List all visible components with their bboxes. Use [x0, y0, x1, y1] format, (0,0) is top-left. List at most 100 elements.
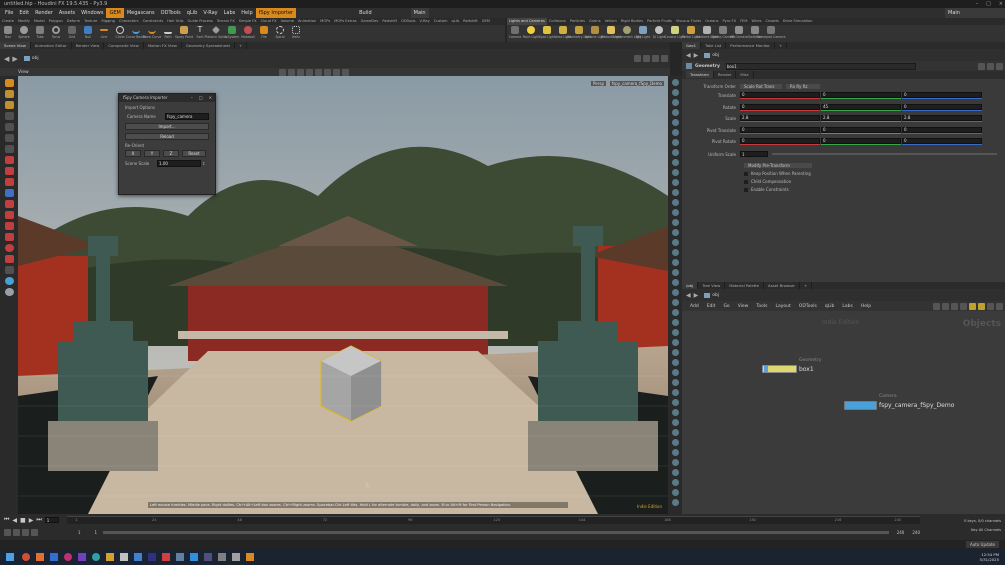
desktop-main-left[interactable]: Main: [410, 8, 429, 18]
shelf-tool-camera[interactable]: Camera: [507, 25, 523, 42]
tab-transform[interactable]: Transform: [686, 71, 714, 78]
render-region-icon[interactable]: [4, 266, 14, 274]
keyframe-icon[interactable]: [4, 255, 14, 263]
brush-icon[interactable]: [4, 145, 14, 153]
taskbar-app-icon[interactable]: [162, 553, 170, 561]
display-option-icon[interactable]: [671, 209, 679, 216]
checkbox[interactable]: [744, 187, 748, 192]
display-option-icon[interactable]: [671, 219, 679, 226]
stop-icon[interactable]: ■: [20, 517, 26, 524]
points-icon[interactable]: [4, 189, 14, 197]
shading-mode-icon[interactable]: [314, 68, 322, 76]
shelf-tab[interactable]: Particle Fluids: [645, 18, 674, 25]
select-tool-icon[interactable]: [278, 68, 286, 76]
display-option-icon[interactable]: [671, 489, 679, 496]
shelf-tool-font[interactable]: T Font: [192, 25, 208, 42]
display-option-icon[interactable]: [671, 349, 679, 356]
tab-tree-view[interactable]: Tree View: [698, 282, 726, 289]
shelf-tool-vr-camera[interactable]: VR Camera: [730, 25, 748, 42]
keys-icon[interactable]: [13, 528, 20, 536]
viewport-path[interactable]: obj: [32, 56, 39, 61]
node-name-input[interactable]: [725, 62, 916, 70]
camera-badge[interactable]: fspy_camera_fSpy_Demo: [609, 81, 664, 86]
shelf-tool-gamepad-camera[interactable]: Gamepad Camera: [757, 25, 786, 42]
tab-motion-fx-view[interactable]: Motion FX View: [144, 42, 182, 49]
menu-qlib[interactable]: qLib: [184, 8, 201, 18]
step-back-icon[interactable]: ◀: [12, 517, 17, 524]
shelf-tool-platonic[interactable]: Platonic Solids: [204, 25, 228, 42]
shelf-tool-box[interactable]: Box: [0, 25, 16, 42]
layout-icon[interactable]: [652, 55, 659, 62]
move-icon[interactable]: [4, 90, 14, 98]
sticky-note-icon[interactable]: [978, 302, 985, 310]
display-option-icon[interactable]: [671, 199, 679, 206]
menu-odtools[interactable]: ODTools: [158, 8, 184, 18]
current-frame-input[interactable]: [44, 517, 59, 523]
display-option-icon[interactable]: [671, 399, 679, 406]
tab-render-view[interactable]: Render View: [72, 42, 105, 49]
display-option-icon[interactable]: [671, 79, 679, 86]
frame-range-slider[interactable]: [103, 530, 889, 534]
edges-icon[interactable]: [4, 200, 14, 208]
handle-tool-icon[interactable]: [4, 134, 14, 142]
timeline-ruler[interactable]: 1 24 48 72 96 120 144 168 192 216 240: [66, 516, 920, 524]
shelf-tab[interactable]: Model: [32, 18, 47, 25]
import-button[interactable]: Import...: [125, 123, 209, 130]
shelf-tab[interactable]: Wires: [750, 18, 764, 25]
gear-icon[interactable]: [978, 62, 985, 70]
param-field[interactable]: 2.8: [740, 115, 820, 123]
network-menu-add[interactable]: Add: [686, 304, 703, 309]
shelf-tab[interactable]: FEM: [738, 18, 749, 25]
param-field[interactable]: 0: [740, 138, 820, 146]
shelf-tab[interactable]: Animation: [296, 18, 318, 25]
display-option-icon[interactable]: [671, 249, 679, 256]
scene-viewport[interactable]: Persp fspy_camera_fSpy_Demo Left mouse t…: [18, 76, 668, 514]
shelf-tool-tube[interactable]: Tube: [32, 25, 48, 42]
pose-icon[interactable]: [4, 233, 14, 241]
taskbar-app-icon[interactable]: [134, 553, 142, 561]
display-option-icon[interactable]: [671, 409, 679, 416]
shelf-tool-sky-light[interactable]: Sky Light: [635, 25, 651, 42]
reload-button[interactable]: Reload: [125, 133, 209, 140]
param-field[interactable]: 45: [821, 103, 901, 111]
maximize-icon[interactable]: □: [986, 0, 991, 8]
display-option-icon[interactable]: [671, 119, 679, 126]
camera-name-input[interactable]: [165, 113, 209, 120]
add-tab-icon[interactable]: +: [235, 42, 248, 49]
shelf-tab[interactable]: Polygon: [47, 18, 65, 25]
view-tool-icon[interactable]: [4, 112, 14, 120]
shelf-tool-grid[interactable]: Grid: [64, 25, 80, 42]
start-frame-label-2[interactable]: 1: [95, 530, 98, 535]
play-icon[interactable]: ▶: [29, 517, 34, 524]
end-frame-label[interactable]: 240: [897, 530, 905, 535]
taskbar-app-icon[interactable]: [22, 553, 30, 561]
menu-windows[interactable]: Windows: [78, 8, 106, 18]
grid-view-icon[interactable]: [960, 302, 967, 310]
shelf-tool-gi-light[interactable]: GI Light: [651, 25, 667, 42]
pin-icon[interactable]: [634, 55, 641, 62]
dialog-close-icon[interactable]: ×: [206, 94, 215, 102]
shelf-tool-ambient-light[interactable]: Ambient Light: [696, 25, 718, 42]
taskbar-app-icon[interactable]: [204, 553, 212, 561]
shelf-tool-point-light[interactable]: Point Light: [523, 25, 539, 42]
rotation-order-select[interactable]: Rx Ry Rz: [786, 83, 820, 89]
shelf-tab[interactable]: Particles: [568, 18, 587, 25]
taskbar-app-icon[interactable]: [246, 553, 254, 561]
display-option-icon[interactable]: [671, 99, 679, 106]
magnet-icon[interactable]: [4, 156, 14, 164]
forward-arrow-icon[interactable]: ▶: [694, 52, 699, 59]
shelf-tool-spot-light[interactable]: Spot Light: [539, 25, 555, 42]
reorient-z-button[interactable]: Z: [163, 150, 179, 157]
shelf-tool-circle[interactable]: Circle: [112, 25, 128, 42]
display-option-icon[interactable]: [671, 109, 679, 116]
display-option-icon[interactable]: [671, 279, 679, 286]
param-field[interactable]: 0: [740, 92, 820, 100]
shelf-tool-volume-light[interactable]: Volume Light: [585, 25, 605, 42]
shelf-tab[interactable]: ODTools: [399, 18, 417, 25]
param-field[interactable]: 0: [821, 92, 901, 100]
record-icon[interactable]: [4, 244, 14, 252]
display-flag-icon[interactable]: [996, 302, 1003, 310]
display-option-icon[interactable]: [671, 479, 679, 486]
start-frame-label[interactable]: 1: [78, 530, 81, 535]
help-icon[interactable]: [987, 62, 994, 70]
